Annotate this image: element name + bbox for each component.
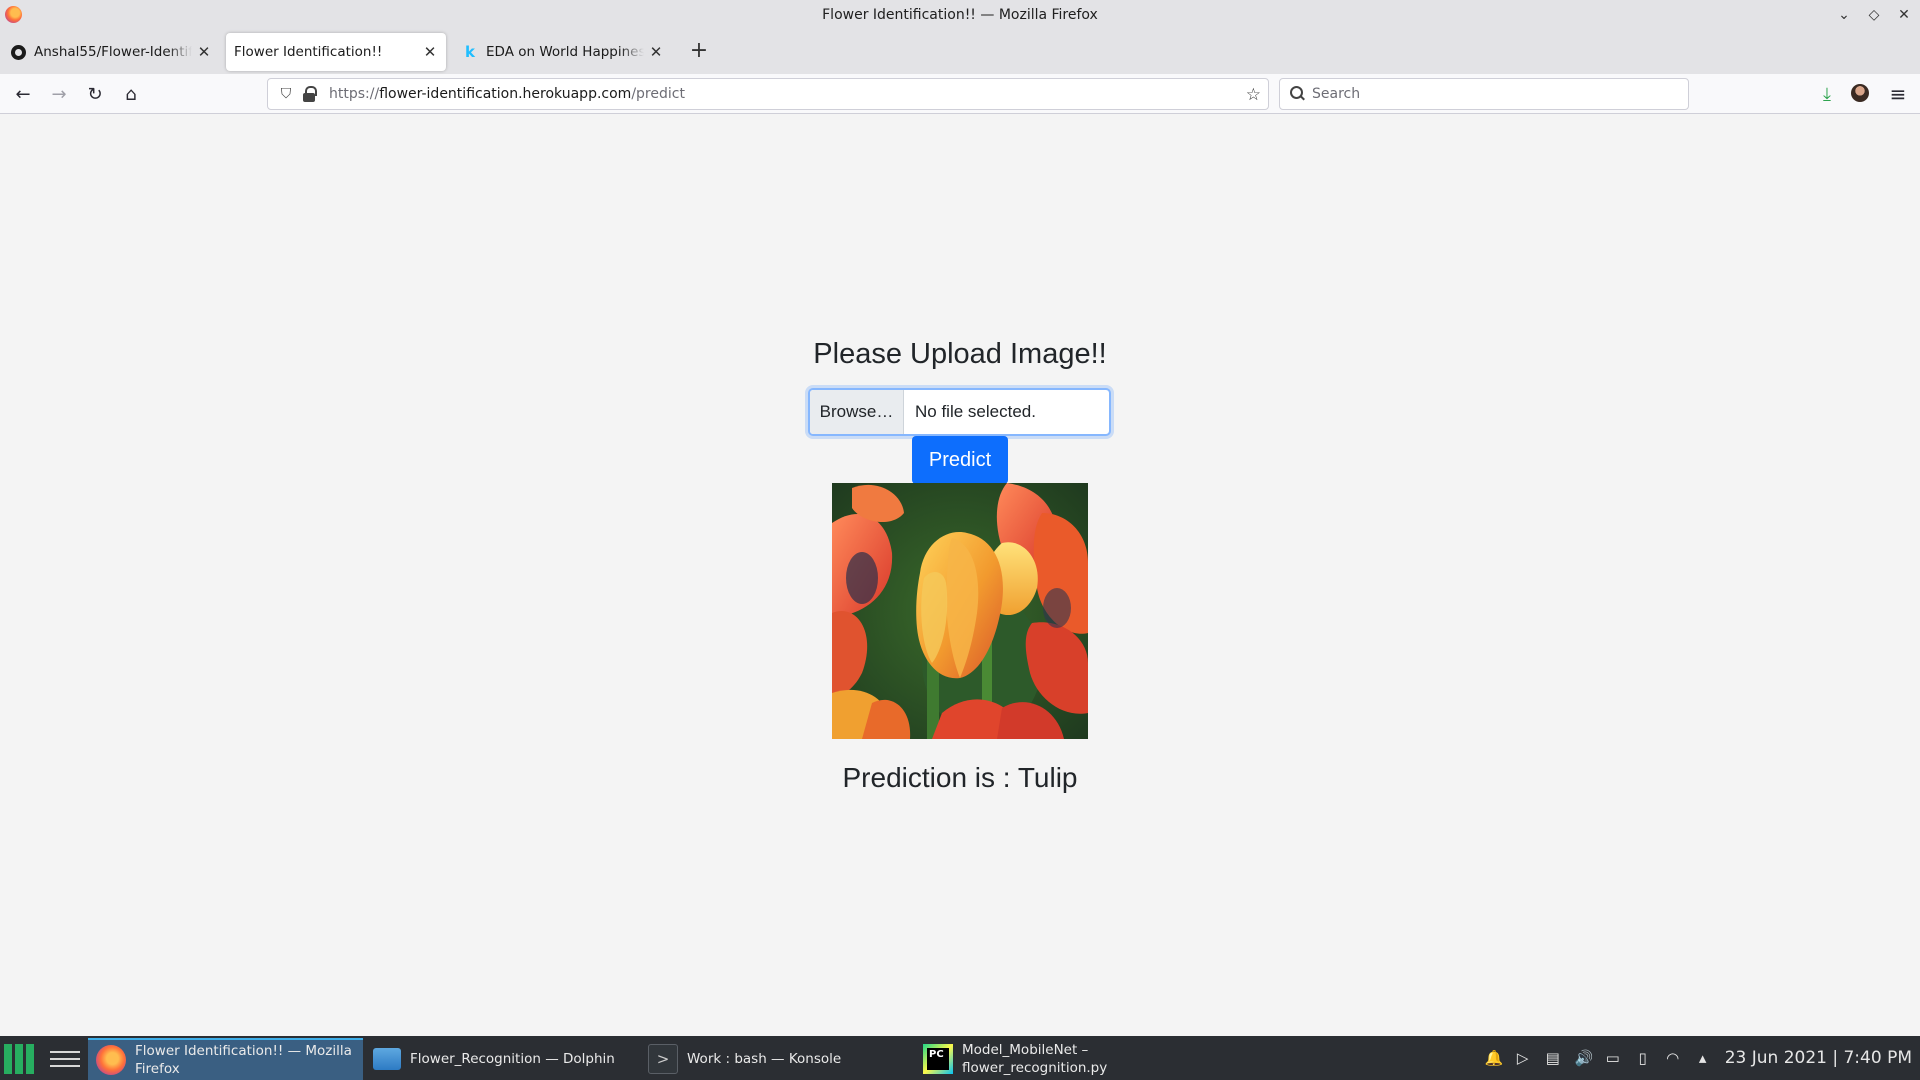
hamburger-menu-icon[interactable]: ≡ <box>1884 80 1912 108</box>
account-avatar[interactable] <box>1851 84 1869 102</box>
wifi-icon[interactable]: ◠ <box>1665 1049 1681 1067</box>
close-tab-icon[interactable]: ✕ <box>196 43 212 61</box>
url-host: flower-identification.herokuapp.com <box>379 86 632 102</box>
forward-button[interactable]: → <box>45 80 73 108</box>
task-firefox[interactable]: Flower Identification!! — Mozilla Firefo… <box>88 1038 363 1080</box>
minimize-icon[interactable]: ⌄ <box>1836 7 1852 23</box>
window-controls: ⌄ ◇ ✕ <box>1836 0 1912 29</box>
close-window-icon[interactable]: ✕ <box>1896 7 1912 23</box>
task-label: Model_MobileNet – flower_recognition.py <box>962 1042 1108 1076</box>
search-icon <box>1290 86 1306 102</box>
bookmark-star-icon[interactable]: ☆ <box>1246 85 1261 105</box>
close-tab-icon[interactable]: ✕ <box>422 43 438 61</box>
pycharm-icon: PC <box>923 1044 953 1074</box>
firefox-icon <box>96 1045 126 1075</box>
task-label: Flower_Recognition — Dolphin <box>410 1051 615 1067</box>
navigation-toolbar: ← → ↻ ⌂ ⛉ https://flower-identification.… <box>0 74 1920 114</box>
clock[interactable]: 23 Jun 2021 | 7:40 PM <box>1725 1048 1912 1068</box>
kaggle-icon: k <box>465 43 475 61</box>
clipboard-icon[interactable]: ▤ <box>1545 1049 1561 1067</box>
prediction-result: Prediction is : Tulip <box>842 762 1078 793</box>
konsole-icon: > <box>648 1044 678 1074</box>
tab-label: EDA on World Happiness Report <box>486 44 644 60</box>
downloads-icon[interactable]: ⤓ <box>1813 80 1841 108</box>
dolphin-icon <box>373 1048 401 1070</box>
url-bar[interactable]: ⛉ https://flower-identification.herokuap… <box>267 78 1269 110</box>
tab-kaggle[interactable]: k EDA on World Happiness Report ✕ <box>454 33 672 71</box>
tab-github[interactable]: Anshal55/Flower-Identification ✕ <box>2 33 220 71</box>
taskbar: Flower Identification!! — Mozilla Firefo… <box>0 1036 1920 1080</box>
reload-button[interactable]: ↻ <box>81 80 109 108</box>
home-button[interactable]: ⌂ <box>117 80 145 108</box>
tab-label: Flower Identification!! <box>234 44 383 60</box>
url-text[interactable]: https://flower-identification.herokuapp.… <box>329 86 685 102</box>
system-tray: 🔔 ▷ ▤ 🔊 ▭ ▯ ◠ ▴ 23 Jun 2021 | 7:40 PM <box>1485 1036 1912 1080</box>
volume-icon[interactable]: 🔊 <box>1575 1049 1594 1067</box>
tracking-protection-icon[interactable]: ⛉ <box>277 86 295 102</box>
uploaded-tulip-image <box>832 483 1088 739</box>
close-tab-icon[interactable]: ✕ <box>648 43 664 61</box>
task-label: Flower Identification!! — Mozilla Firefo… <box>135 1043 352 1077</box>
storage-icon[interactable]: ▯ <box>1635 1049 1651 1067</box>
task-label: Work : bash — Konsole <box>687 1051 842 1067</box>
media-play-icon[interactable]: ▷ <box>1515 1049 1531 1067</box>
window-title: Flower Identification!! — Mozilla Firefo… <box>822 6 1098 23</box>
notification-icon[interactable]: 🔔 <box>1485 1049 1504 1067</box>
tab-strip: Anshal55/Flower-Identification ✕ Flower … <box>0 29 1920 74</box>
task-pycharm[interactable]: PC Model_MobileNet – flower_recognition.… <box>915 1038 1190 1080</box>
file-upload-input[interactable]: Browse… No file selected. <box>808 388 1111 436</box>
window-titlebar: Flower Identification!! — Mozilla Firefo… <box>0 0 1920 29</box>
predict-button[interactable]: Predict <box>912 436 1008 484</box>
browse-button[interactable]: Browse… <box>810 390 904 434</box>
task-dolphin[interactable]: Flower_Recognition — Dolphin <box>365 1038 637 1080</box>
search-bar[interactable]: Search <box>1279 78 1689 110</box>
tab-label: Anshal55/Flower-Identification <box>34 44 192 60</box>
firefox-logo-icon <box>5 6 22 23</box>
application-launcher-icon[interactable] <box>4 1044 34 1074</box>
back-button[interactable]: ← <box>9 80 37 108</box>
page-heading: Please Upload Image!! <box>813 338 1107 370</box>
url-path: /predict <box>631 86 685 102</box>
expand-tray-icon[interactable]: ▴ <box>1695 1049 1711 1067</box>
maximize-icon[interactable]: ◇ <box>1866 7 1882 23</box>
url-scheme: https:// <box>329 86 380 102</box>
lock-icon[interactable] <box>303 86 317 102</box>
tab-flower-identification[interactable]: Flower Identification!! ✕ <box>226 33 446 71</box>
search-placeholder: Search <box>1312 86 1361 102</box>
settings-sliders-icon[interactable] <box>50 1044 80 1074</box>
file-status-text: No file selected. <box>915 402 1036 421</box>
task-konsole[interactable]: > Work : bash — Konsole <box>640 1038 912 1080</box>
page-content: Please Upload Image!! Browse… No file se… <box>0 114 1920 1036</box>
new-tab-button[interactable]: + <box>685 38 713 66</box>
github-icon <box>10 44 26 60</box>
battery-icon[interactable]: ▭ <box>1605 1049 1621 1067</box>
